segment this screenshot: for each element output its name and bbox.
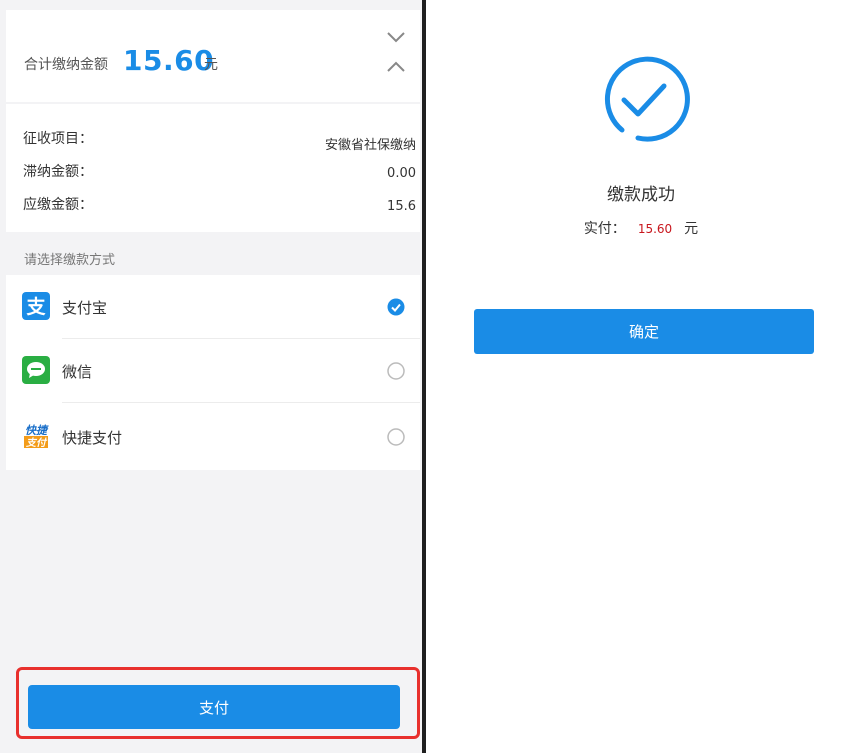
alipay-icon: 支 [22, 292, 50, 320]
due-label: 应缴金额： [23, 197, 93, 213]
due-value: 15.6 [387, 199, 416, 214]
pay-button[interactable]: 支付 [28, 685, 400, 729]
item-label: 征收项目： [23, 131, 93, 147]
paid-amount-line: 实付： 15.60 元 [426, 218, 856, 238]
paid-amount: 15.60 [637, 222, 673, 236]
method-quickpay[interactable]: 快捷 支付 快捷支付 [6, 405, 420, 469]
paid-label: 实付： [583, 221, 626, 237]
method-section-title: 请选择缴款方式 [24, 253, 116, 268]
total-summary-card: 合计缴纳金额 15.60 元 [6, 10, 420, 102]
method-label: 快捷支付 [62, 429, 123, 447]
total-amount: 15.60 [123, 44, 215, 77]
chevron-down-icon[interactable] [386, 30, 406, 44]
result-panel: 缴款成功 实付： 15.60 元 确定 [426, 0, 856, 753]
radio-unchecked-icon[interactable] [387, 428, 405, 446]
quickpay-icon: 快捷 支付 [24, 424, 49, 449]
late-fee-label: 滞纳金额： [23, 164, 93, 180]
quickpay-icon-top-text: 快捷 [25, 424, 49, 437]
late-fee-value: 0.00 [387, 166, 416, 181]
svg-text:支: 支 [25, 296, 46, 318]
total-label: 合计缴纳金额 [24, 57, 108, 73]
quickpay-icon-bottom-text: 支付 [25, 437, 48, 449]
payment-method-list: 支 支付宝 微信 快捷 支付 快捷支付 [6, 275, 420, 470]
radio-checked-icon[interactable] [387, 298, 405, 316]
divider [62, 402, 420, 403]
paid-unit: 元 [684, 221, 699, 237]
wechat-icon [22, 356, 50, 384]
payment-details: 征收项目： 安徽省社保缴纳 滞纳金额： 0.00 应缴金额： 15.6 [6, 104, 420, 232]
success-message: 缴款成功 [607, 185, 675, 205]
method-label: 微信 [62, 363, 93, 381]
chevron-up-icon[interactable] [386, 60, 406, 74]
method-label: 支付宝 [62, 299, 108, 317]
payment-panel: 合计缴纳金额 15.60 元 征收项目： 安徽省社保缴纳 滞纳金额： 0.00 … [0, 0, 422, 753]
confirm-button[interactable]: 确定 [474, 309, 814, 354]
radio-unchecked-icon[interactable] [387, 362, 405, 380]
total-unit: 元 [204, 57, 218, 73]
method-wechat[interactable]: 微信 [6, 339, 420, 403]
method-alipay[interactable]: 支 支付宝 [6, 275, 420, 339]
item-value: 安徽省社保缴纳 [324, 138, 416, 153]
success-check-icon [604, 56, 690, 142]
